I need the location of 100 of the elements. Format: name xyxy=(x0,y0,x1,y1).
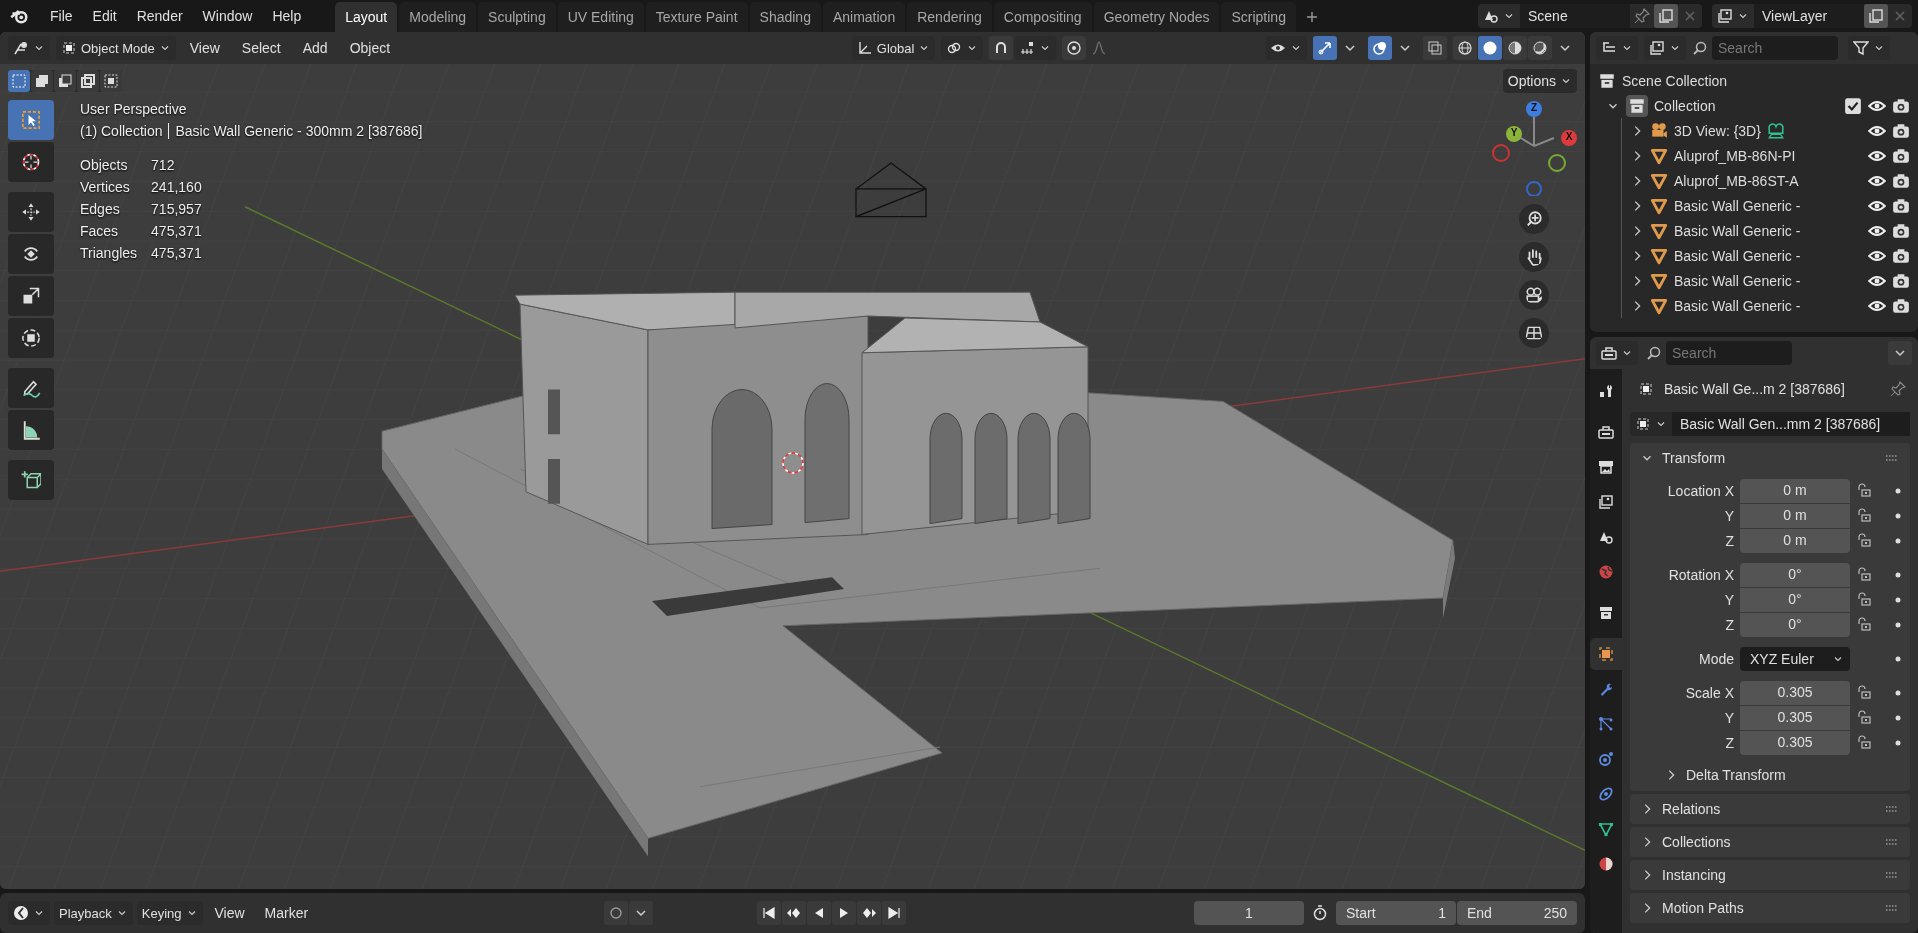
orientation-dropdown[interactable]: Global xyxy=(851,36,936,60)
visibility-dropdown[interactable] xyxy=(1265,36,1307,60)
number-field[interactable]: 0.305 xyxy=(1740,681,1850,705)
menu-item[interactable]: Render xyxy=(128,4,191,28)
shading-mode-icon[interactable] xyxy=(1528,36,1552,60)
render-camera-icon[interactable] xyxy=(1892,221,1910,240)
number-field[interactable]: 0° xyxy=(1740,613,1850,637)
start-frame-field[interactable]: Start 1 xyxy=(1336,901,1456,925)
render-camera-icon[interactable] xyxy=(1892,171,1910,190)
mode-dropdown[interactable]: Object Mode xyxy=(56,36,176,60)
workspace-tab[interactable]: Geometry Nodes xyxy=(1093,2,1220,32)
number-field[interactable]: 0 m xyxy=(1740,479,1850,503)
workspace-tab[interactable]: Modeling xyxy=(399,2,477,32)
workspace-tab[interactable]: Shading xyxy=(749,2,821,32)
move-icon[interactable] xyxy=(8,192,54,232)
menu-dropdown[interactable]: Keying xyxy=(136,901,203,925)
lock-icon[interactable] xyxy=(1856,592,1872,608)
camera-data-icon[interactable] xyxy=(1766,121,1785,140)
tree-item[interactable]: Basic Wall Generic - xyxy=(1674,197,1801,214)
shading-mode-icon[interactable] xyxy=(1503,36,1527,60)
pivot-dropdown[interactable] xyxy=(941,36,984,60)
workspace-tab[interactable]: Sculpting xyxy=(478,2,556,32)
menu-item[interactable]: View xyxy=(206,901,253,925)
view-layer-dropdown[interactable] xyxy=(1644,36,1686,60)
selection-mode-icon[interactable] xyxy=(77,70,99,92)
object-name-field[interactable]: Basic Wall Gen...mm 2 [387686] xyxy=(1672,412,1910,436)
panel-header[interactable]: Relations xyxy=(1630,794,1910,824)
number-field[interactable]: 0.305 xyxy=(1740,731,1850,755)
lock-icon[interactable] xyxy=(1856,685,1872,701)
search-field[interactable]: Search xyxy=(1666,341,1792,365)
number-field[interactable]: 0 m xyxy=(1740,504,1850,528)
play-icon[interactable] xyxy=(832,901,857,925)
render-camera-icon[interactable] xyxy=(1892,96,1910,115)
lock-icon[interactable] xyxy=(1856,567,1872,583)
render-camera-icon[interactable] xyxy=(1892,296,1910,315)
record-icon[interactable] xyxy=(604,901,629,925)
lock-icon[interactable] xyxy=(1856,533,1872,549)
render-camera-icon[interactable] xyxy=(1892,146,1910,165)
selection-mode-icon[interactable] xyxy=(31,70,53,92)
search-field[interactable]: Search xyxy=(1712,36,1838,60)
workspace-tab[interactable]: Animation xyxy=(822,2,906,32)
measure-icon[interactable] xyxy=(8,410,54,450)
options-dropdown[interactable]: Options xyxy=(1502,69,1577,93)
snap-icon[interactable] xyxy=(989,36,1014,60)
play-reverse-icon[interactable] xyxy=(807,901,832,925)
menu-item[interactable]: Add xyxy=(294,36,336,60)
render-camera-icon[interactable] xyxy=(1892,246,1910,265)
current-frame-field[interactable]: 1 xyxy=(1194,901,1304,925)
editor-type-dropdown[interactable] xyxy=(8,901,50,925)
snap-target-dropdown[interactable] xyxy=(1014,36,1057,60)
display-mode-dropdown[interactable] xyxy=(1596,36,1638,60)
checkbox[interactable] xyxy=(1844,96,1862,115)
tree-item[interactable]: 3D View: {3D} xyxy=(1674,122,1761,139)
workspace-tab[interactable]: Compositing xyxy=(993,2,1092,32)
xray-icon[interactable] xyxy=(1423,36,1447,60)
lock-icon[interactable] xyxy=(1856,508,1872,524)
end-frame-field[interactable]: End 250 xyxy=(1457,901,1577,925)
tree-item[interactable]: Basic Wall Generic - xyxy=(1674,272,1801,289)
number-field[interactable]: 0° xyxy=(1740,563,1850,587)
number-field[interactable]: 0° xyxy=(1740,588,1850,612)
lock-icon[interactable] xyxy=(1856,617,1872,633)
workspace-tab[interactable]: Texture Paint xyxy=(645,2,748,32)
lock-icon[interactable] xyxy=(1856,710,1872,726)
panel-header[interactable]: Motion Paths xyxy=(1630,893,1910,923)
menu-item[interactable]: Select xyxy=(233,36,289,60)
pin-icon[interactable] xyxy=(1890,381,1906,397)
mode-dropdown[interactable]: XYZ Euler xyxy=(1740,647,1850,671)
menu-item[interactable]: File xyxy=(42,4,81,28)
add-cube-icon[interactable] xyxy=(8,460,54,500)
tree-item[interactable]: Basic Wall Generic - xyxy=(1674,222,1801,239)
shading-mode-icon[interactable] xyxy=(1453,36,1477,60)
tree-item[interactable]: Collection xyxy=(1654,97,1716,114)
panel-header[interactable]: Instancing xyxy=(1630,860,1910,890)
jump-start-icon[interactable] xyxy=(757,901,782,925)
workspace-tab[interactable]: Layout xyxy=(335,2,398,32)
rotate-icon[interactable] xyxy=(8,234,54,274)
copy-icon[interactable] xyxy=(1654,4,1678,28)
selection-mode-icon[interactable] xyxy=(54,70,76,92)
selection-mode-icon[interactable] xyxy=(100,70,122,92)
gizmo-icon[interactable] xyxy=(1313,36,1337,60)
transform-icon[interactable] xyxy=(8,318,54,358)
render-camera-icon[interactable] xyxy=(1892,271,1910,290)
proportional-edit-icon[interactable] xyxy=(1062,36,1087,60)
menu-item[interactable]: Window xyxy=(194,4,261,28)
lock-icon[interactable] xyxy=(1856,483,1872,499)
3d-cursor-icon[interactable] xyxy=(782,452,804,474)
jump-end-icon[interactable] xyxy=(882,901,907,925)
lock-icon[interactable] xyxy=(1856,735,1872,751)
tree-item[interactable]: Basic Wall Generic - xyxy=(1674,247,1801,264)
options-caret-icon[interactable] xyxy=(1888,341,1912,365)
panel-header[interactable]: Collections xyxy=(1630,827,1910,857)
render-camera-icon[interactable] xyxy=(1892,121,1910,140)
menu-item[interactable]: View xyxy=(181,36,228,60)
scene-name-field[interactable]: Scene xyxy=(1520,4,1630,28)
tree-item[interactable]: Aluprof_MB-86ST-A xyxy=(1674,172,1799,189)
menu-dropdown[interactable]: Playback xyxy=(54,901,133,925)
previous-keyframe-icon[interactable] xyxy=(782,901,807,925)
annotate-icon[interactable] xyxy=(8,368,54,408)
filter-dropdown[interactable] xyxy=(1848,36,1890,60)
caret-icon[interactable] xyxy=(629,901,654,925)
